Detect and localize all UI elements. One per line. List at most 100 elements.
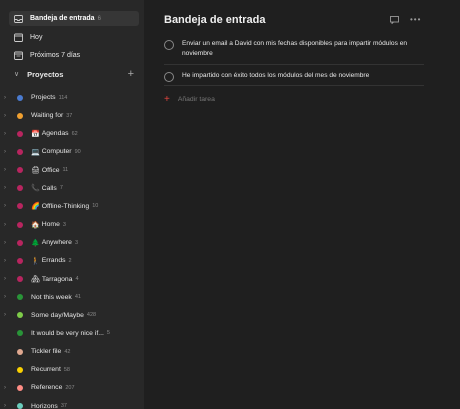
chevron-right-icon[interactable]: › <box>4 131 10 137</box>
project-color-dot <box>17 312 23 319</box>
chevron-right-icon[interactable]: › <box>4 203 10 209</box>
project-emoji-icon: 📞 <box>31 185 40 193</box>
nav-label: Próximos 7 días <box>30 52 81 59</box>
project-name: Horizons <box>31 402 58 409</box>
project-count: 5 <box>106 330 110 337</box>
project-name: Offline-Thinking <box>41 202 90 210</box>
project-item[interactable]: › 🏘 Tarragona 4 <box>0 272 144 287</box>
project-count: 428 <box>86 312 97 319</box>
project-count: 4 <box>75 276 79 282</box>
task-checkbox[interactable] <box>164 72 174 82</box>
project-name: Agendas <box>41 130 69 138</box>
calendar-today-icon <box>13 33 23 42</box>
main-content: Bandeja de entrada ••• Enviar un email a… <box>144 0 460 409</box>
divider <box>164 64 424 65</box>
project-name: Waiting for <box>31 112 64 120</box>
project-emoji-icon: 🚶 <box>31 257 40 265</box>
chevron-right-icon[interactable]: › <box>4 294 10 300</box>
project-emoji-icon: 📅 <box>31 130 40 138</box>
project-color-dot <box>17 276 23 282</box>
project-item[interactable]: › Horizons 37 <box>0 399 144 409</box>
project-count: 90 <box>74 148 81 155</box>
project-item[interactable]: › Reference 207 <box>0 380 144 395</box>
project-emoji-icon: 🏘 <box>31 276 40 283</box>
page-title: Bandeja de entrada <box>164 14 266 26</box>
project-item[interactable]: It would be very nice if... 5 <box>0 326 144 341</box>
project-count: 7 <box>59 185 63 192</box>
chevron-right-icon[interactable]: › <box>4 240 10 246</box>
nav-item-inbox[interactable]: Bandeja de entrada 6 <box>9 11 139 26</box>
projects-header[interactable]: ∨ Proyectos + <box>9 67 139 81</box>
chevron-right-icon[interactable]: › <box>4 276 10 282</box>
chevron-right-icon[interactable]: › <box>4 222 10 228</box>
nav-badge: 6 <box>97 15 101 22</box>
project-item[interactable]: › 💻 Computer 90 <box>0 144 144 159</box>
more-options-icon[interactable]: ••• <box>410 15 421 24</box>
task-item: Enviar un email a David con mis fechas d… <box>164 39 424 59</box>
chevron-right-icon[interactable]: › <box>4 312 10 318</box>
task-checkbox[interactable] <box>164 40 174 50</box>
project-color-dot <box>17 366 23 373</box>
project-item[interactable]: › Not this week 41 <box>0 290 144 305</box>
project-color-dot <box>17 330 23 337</box>
project-emoji-icon: 🌈 <box>31 203 40 211</box>
project-emoji-icon: 💻 <box>31 148 40 156</box>
nav-item-today[interactable]: Hoy <box>9 30 139 45</box>
project-count: 114 <box>58 94 68 101</box>
project-name: Errands <box>41 257 66 265</box>
project-color-dot <box>17 403 23 409</box>
chevron-right-icon[interactable]: › <box>4 113 10 119</box>
chevron-right-icon[interactable]: › <box>4 258 10 264</box>
chevron-right-icon[interactable]: › <box>4 185 10 191</box>
project-color-dot <box>17 94 23 101</box>
calendar-week-icon <box>13 51 23 60</box>
nav-item-next-7-days[interactable]: Próximos 7 días <box>9 48 139 63</box>
project-item[interactable]: › 🚶 Errands 2 <box>0 253 144 268</box>
project-item[interactable]: › 🏠 Home 3 <box>0 217 144 232</box>
project-name: Office <box>41 166 60 174</box>
inbox-icon <box>13 14 23 23</box>
project-item[interactable]: Recurrent 58 <box>0 362 144 377</box>
chevron-right-icon[interactable]: › <box>4 167 10 173</box>
comment-icon[interactable] <box>390 16 399 26</box>
chevron-right-icon[interactable]: › <box>4 95 10 101</box>
project-item[interactable]: › 📞 Calls 7 <box>0 181 144 196</box>
project-count: 41 <box>74 294 81 301</box>
project-item[interactable]: › 🖨 Office 11 <box>0 163 144 178</box>
project-count: 11 <box>62 167 69 174</box>
chevron-right-icon[interactable]: › <box>4 403 10 409</box>
project-item[interactable]: › 🌲 Anywhere 3 <box>0 235 144 250</box>
task-text[interactable]: Enviar un email a David con mis fechas d… <box>182 39 424 59</box>
plus-icon: + <box>164 94 170 105</box>
project-count: 3 <box>62 221 66 228</box>
project-color-dot <box>17 257 23 264</box>
project-color-dot <box>17 148 23 155</box>
project-name: Reference <box>31 384 63 392</box>
add-project-icon[interactable]: + <box>128 68 134 80</box>
project-item[interactable]: › 🌈 Offline-Thinking 10 <box>0 199 144 214</box>
project-name: Tickler file <box>31 348 62 356</box>
project-name: Anywhere <box>41 239 72 247</box>
project-item[interactable]: › Projects 114 <box>0 90 144 105</box>
project-item[interactable]: › 📅 Agendas 62 <box>0 126 144 141</box>
project-name: Projects <box>31 94 56 101</box>
task-text[interactable]: He impartido con éxito todos los módulos… <box>182 71 369 82</box>
chevron-right-icon[interactable]: › <box>4 149 10 155</box>
project-count: 58 <box>63 366 70 373</box>
project-color-dot <box>17 384 23 391</box>
project-count: 207 <box>65 384 75 391</box>
project-emoji-icon: 🖨 <box>31 167 40 175</box>
project-count: 2 <box>68 257 72 264</box>
chevron-down-icon[interactable]: ∨ <box>14 70 19 78</box>
chevron-right-icon[interactable]: › <box>4 385 10 391</box>
project-count: 37 <box>60 403 67 409</box>
add-task-button[interactable]: + Añadir tarea <box>164 94 215 105</box>
project-item[interactable]: Tickler file 42 <box>0 344 144 359</box>
project-name: It would be very nice if... <box>31 329 104 337</box>
task-item: He impartido con éxito todos los módulos… <box>164 71 424 82</box>
project-item[interactable]: › Waiting for 37 <box>0 108 144 123</box>
nav-label: Hoy <box>30 34 43 41</box>
project-color-dot <box>17 221 23 228</box>
project-color-dot <box>17 112 23 119</box>
project-item[interactable]: › Some day/Maybe 428 <box>0 308 144 323</box>
